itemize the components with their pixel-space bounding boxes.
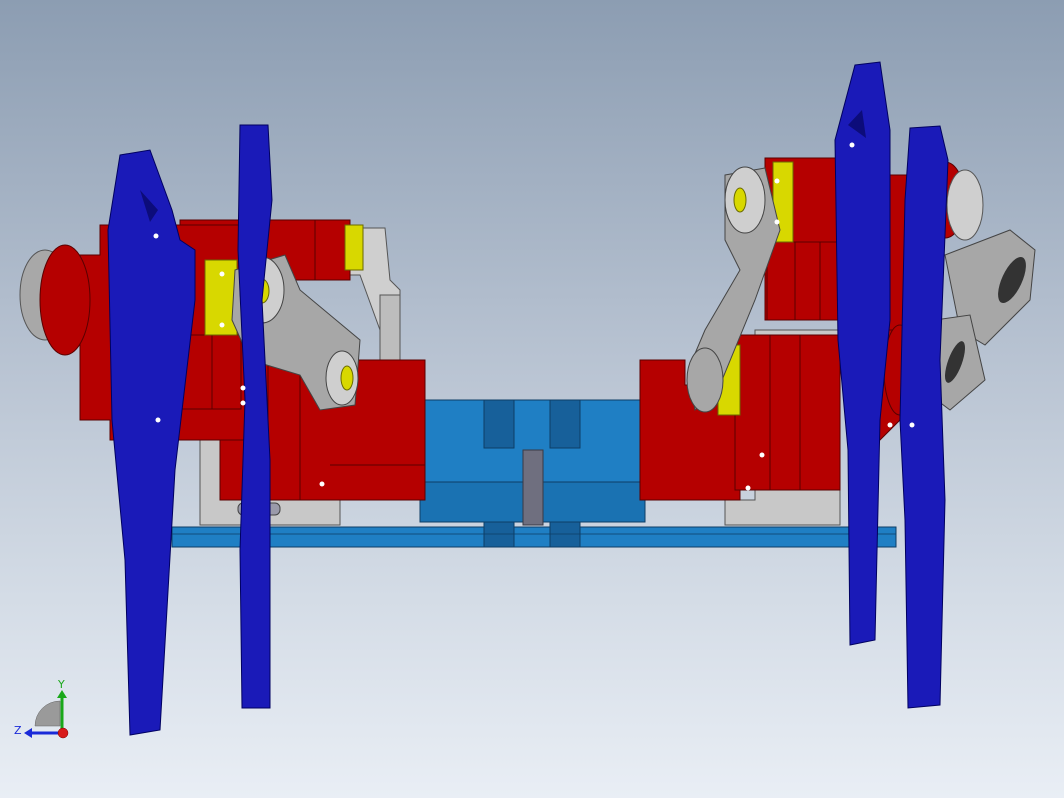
left-bracket-side [379,294,401,366]
triad-y-label: Y [57,678,65,691]
right-hole-1 [774,178,780,184]
base-center-foot-left [483,521,515,548]
left-hip-disc-red [39,244,91,356]
right-hole-6 [909,422,915,428]
right-hole-4 [759,452,765,458]
triad-z-label: Z [14,724,22,737]
base-plate-bottom [171,526,897,548]
left-leg-assembly[interactable] [19,124,426,736]
right-hole-2 [774,219,780,225]
base-center-notch-left [483,399,515,449]
right-hip-disc-gray [946,169,984,241]
base-center-foot-right [549,521,581,548]
standoff [522,449,544,526]
left-hole-5 [240,400,246,406]
right-knee-hub-yellow [733,187,747,213]
left-hole-3 [219,322,225,328]
left-hole-2 [219,271,225,277]
triad-x-axis-dot [57,727,69,739]
left-hole-7 [319,481,325,487]
right-servo-lower [734,334,841,491]
right-lower-hub [686,347,724,413]
left-hole-6 [155,417,161,423]
cad-viewport[interactable]: Y Z [0,0,1064,798]
left-hole-1 [153,233,159,239]
left-hole-4 [240,385,246,391]
robot-assembly-model[interactable] [0,0,1064,798]
left-horn-yellow-upper [344,224,364,271]
right-leg-assembly[interactable] [639,61,1036,709]
right-hole-3 [849,142,855,148]
base-center-notch-right [549,399,581,449]
orientation-triad[interactable]: Y Z [10,676,80,746]
left-lower-hub-yellow [340,365,354,391]
right-leg-front[interactable] [834,61,891,646]
right-hole-7 [887,422,893,428]
triad-arc [34,700,61,727]
right-leg-back[interactable] [899,125,949,709]
right-hole-5 [745,485,751,491]
